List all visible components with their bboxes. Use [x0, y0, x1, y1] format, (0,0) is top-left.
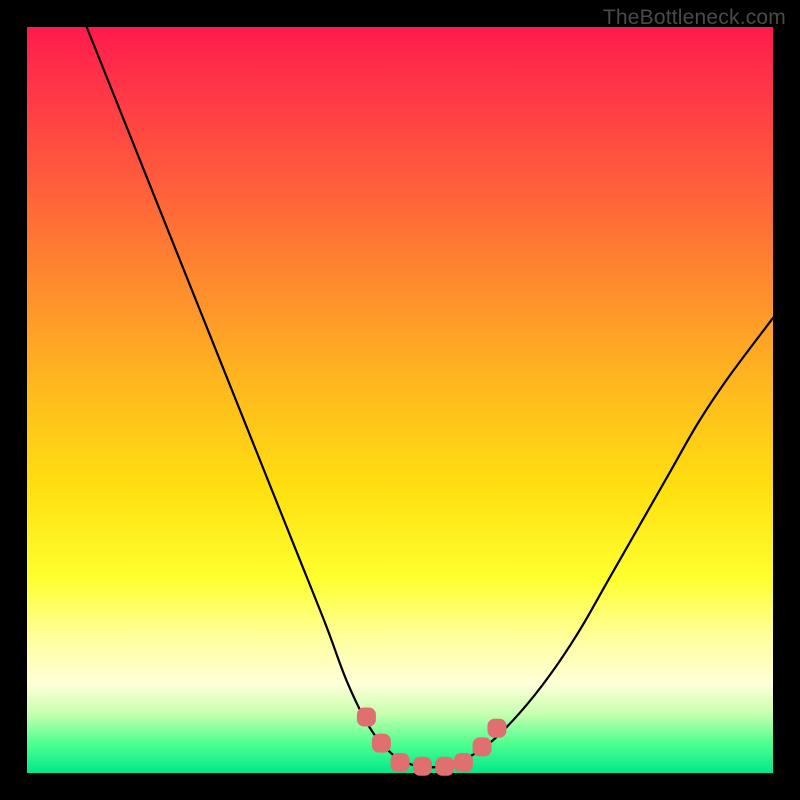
highlight-dot	[454, 753, 473, 772]
highlight-dot	[435, 757, 454, 776]
highlight-dot	[413, 757, 432, 776]
highlight-dot	[391, 753, 410, 772]
highlight-dot	[487, 719, 506, 738]
plot-area	[27, 27, 773, 773]
chart-frame: TheBottleneck.com	[0, 0, 800, 800]
highlight-dot	[473, 737, 492, 756]
highlight-markers	[357, 708, 507, 776]
bottleneck-curve-path	[87, 27, 773, 767]
curve-svg	[27, 27, 773, 773]
highlight-dot	[357, 708, 376, 727]
highlight-dot	[372, 734, 391, 753]
